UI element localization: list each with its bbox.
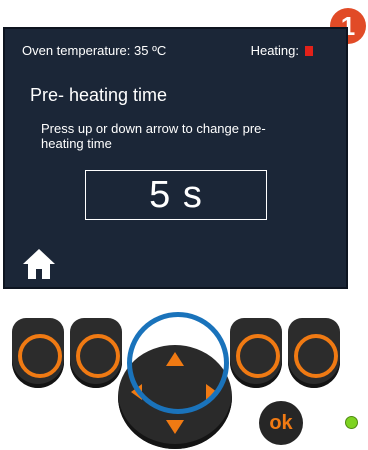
- screen-title: Pre- heating time: [30, 85, 168, 105]
- down-arrow-icon[interactable]: [166, 420, 184, 434]
- preheat-time-value: 5 s: [85, 170, 267, 220]
- instruction-text: Press up or down arrow to change pre- he…: [41, 121, 266, 151]
- heating-label: Heating:: [250, 43, 299, 58]
- oven-display-screen: Oven temperature: 35 ºC Heating: Pre- he…: [3, 27, 348, 289]
- home-icon[interactable]: [21, 247, 57, 281]
- soft-key-4[interactable]: [288, 318, 340, 388]
- oven-temperature-status: Oven temperature: 35 ºC: [22, 43, 167, 58]
- heating-status: Heating:: [251, 43, 313, 58]
- highlight-ring: [127, 312, 229, 414]
- heating-indicator-icon: [305, 45, 313, 56]
- soft-key-2[interactable]: [70, 318, 122, 388]
- soft-key-3[interactable]: [230, 318, 282, 388]
- ok-button[interactable]: ok: [259, 401, 303, 445]
- status-led: [345, 416, 358, 429]
- soft-key-1[interactable]: [12, 318, 64, 388]
- ok-button-label: ok: [269, 411, 293, 434]
